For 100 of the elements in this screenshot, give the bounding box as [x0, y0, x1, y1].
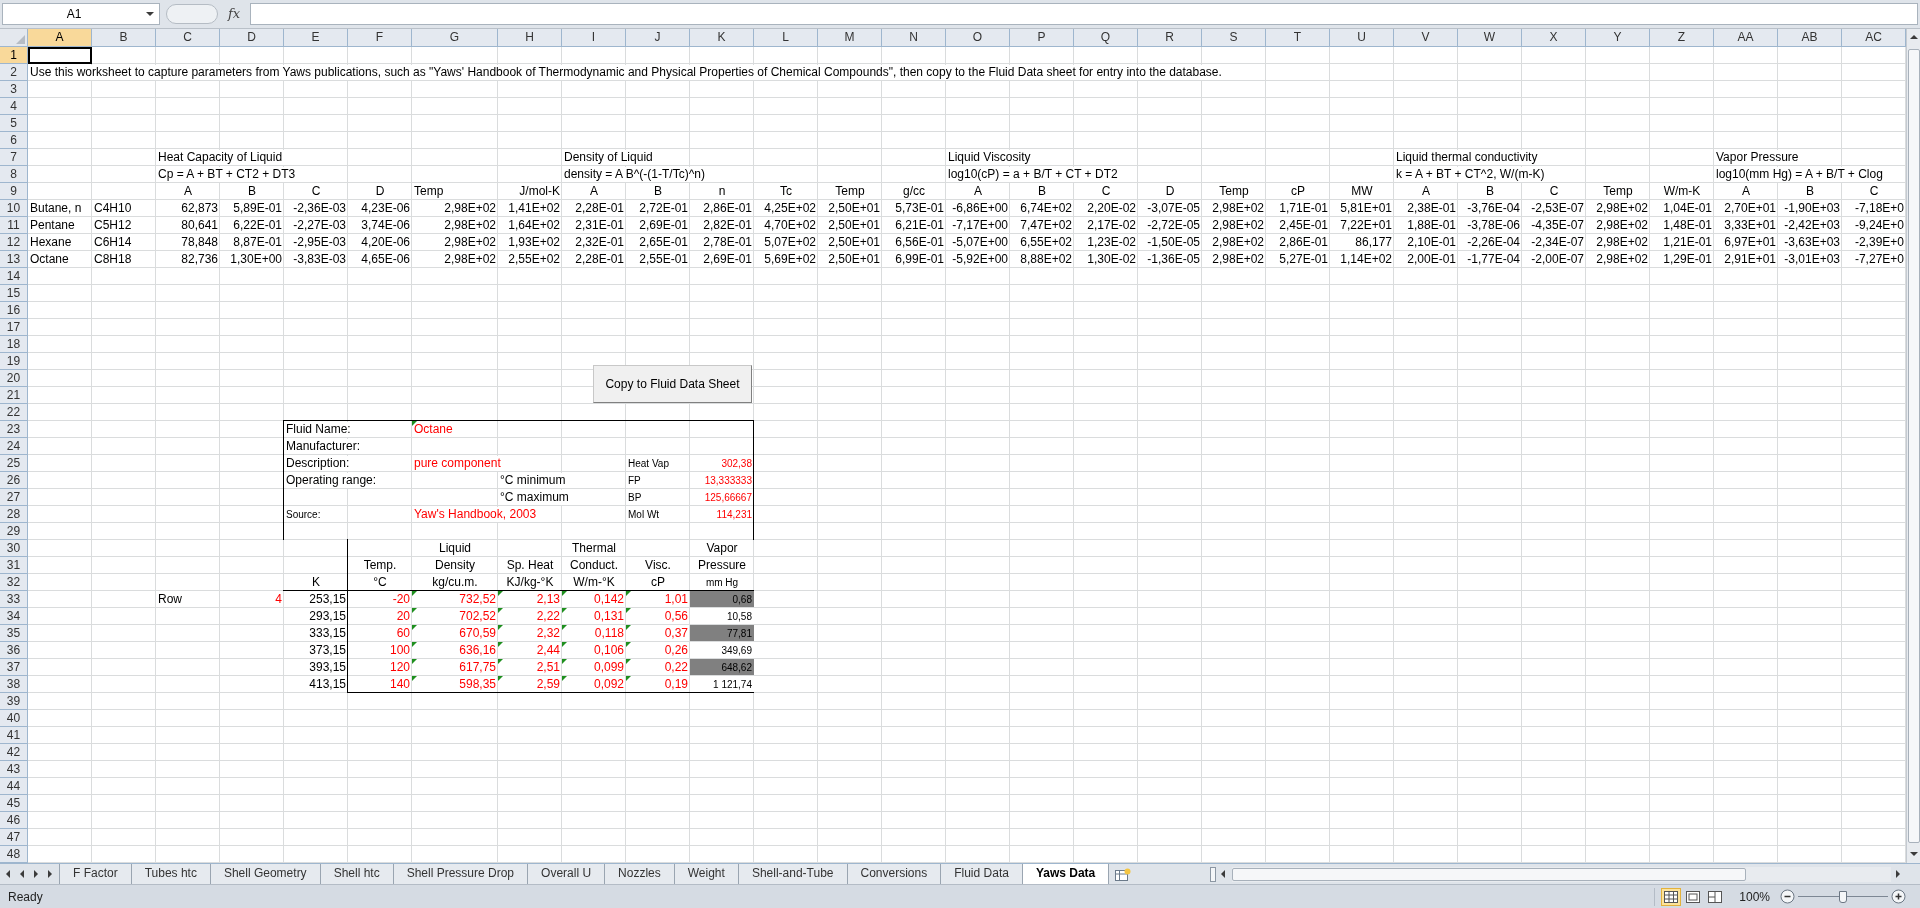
row-header[interactable]: 17: [0, 319, 28, 336]
insert-function-button[interactable]: fx: [224, 4, 245, 24]
insert-sheet-icon[interactable]: [1115, 867, 1132, 881]
column-header[interactable]: T: [1266, 29, 1330, 47]
column-header[interactable]: G: [412, 29, 498, 47]
column-header[interactable]: U: [1330, 29, 1394, 47]
dropdown-caret-icon[interactable]: [145, 9, 155, 19]
slider-thumb[interactable]: [1839, 890, 1847, 903]
row-header[interactable]: 18: [0, 336, 28, 353]
formula-input[interactable]: [250, 3, 1918, 25]
column-header[interactable]: J: [626, 29, 690, 47]
row-header[interactable]: 46: [0, 812, 28, 829]
column-header[interactable]: Z: [1650, 29, 1714, 47]
column-header[interactable]: D: [220, 29, 284, 47]
row-header[interactable]: 33: [0, 591, 28, 608]
row-header[interactable]: 16: [0, 302, 28, 319]
column-header[interactable]: H: [498, 29, 562, 47]
row-header[interactable]: 40: [0, 710, 28, 727]
sheet-tab[interactable]: Fluid Data: [940, 864, 1023, 884]
row-header[interactable]: 43: [0, 761, 28, 778]
row-header[interactable]: 35: [0, 625, 28, 642]
zoom-in-icon[interactable]: [1891, 889, 1906, 904]
row-header[interactable]: 45: [0, 795, 28, 812]
column-header[interactable]: I: [562, 29, 626, 47]
column-header[interactable]: A: [28, 29, 92, 47]
row-header[interactable]: 42: [0, 744, 28, 761]
row-header[interactable]: 20: [0, 370, 28, 387]
row-header[interactable]: 21: [0, 387, 28, 404]
row-header[interactable]: 22: [0, 404, 28, 421]
column-header[interactable]: O: [946, 29, 1010, 47]
row-header[interactable]: 10: [0, 200, 28, 217]
row-header[interactable]: 9: [0, 183, 28, 200]
scroll-down-icon[interactable]: [1908, 849, 1919, 859]
row-header[interactable]: 2: [0, 64, 28, 81]
column-header[interactable]: B: [92, 29, 156, 47]
zoom-reading[interactable]: 100%: [1739, 887, 1770, 906]
column-header[interactable]: N: [882, 29, 946, 47]
row-header[interactable]: 47: [0, 829, 28, 846]
normal-view-button[interactable]: [1661, 887, 1682, 906]
column-header[interactable]: C: [156, 29, 220, 47]
row-header[interactable]: 6: [0, 132, 28, 149]
split-handle[interactable]: [1210, 866, 1216, 882]
sheet-tab[interactable]: Shell Pressure Drop: [392, 864, 529, 884]
row-header[interactable]: 13: [0, 251, 28, 268]
column-header[interactable]: F: [348, 29, 412, 47]
column-header[interactable]: Y: [1586, 29, 1650, 47]
zoom-out-icon[interactable]: [1780, 889, 1795, 904]
sheet-tab[interactable]: Shell Geometry: [209, 864, 321, 884]
row-header[interactable]: 29: [0, 523, 28, 540]
column-header[interactable]: L: [754, 29, 818, 47]
row-header[interactable]: 28: [0, 506, 28, 523]
copy-to-fluid-data-button[interactable]: Copy to Fluid Data Sheet: [593, 365, 752, 403]
column-header[interactable]: X: [1522, 29, 1586, 47]
sheet-tab[interactable]: Conversions: [846, 864, 942, 884]
column-header[interactable]: AA: [1714, 29, 1778, 47]
row-header[interactable]: 30: [0, 540, 28, 557]
row-header[interactable]: 4: [0, 98, 28, 115]
name-box[interactable]: A1: [2, 3, 160, 25]
sheet-tab[interactable]: Shell htc: [319, 864, 394, 884]
column-header[interactable]: W: [1458, 29, 1522, 47]
sheet-tab[interactable]: Overall U: [527, 864, 606, 884]
row-header[interactable]: 34: [0, 608, 28, 625]
row-header[interactable]: 27: [0, 489, 28, 506]
row-header[interactable]: 8: [0, 166, 28, 183]
row-header[interactable]: 19: [0, 353, 28, 370]
row-header[interactable]: 38: [0, 676, 28, 693]
active-cell[interactable]: [28, 47, 92, 64]
column-header[interactable]: Q: [1074, 29, 1138, 47]
column-header[interactable]: E: [284, 29, 348, 47]
row-header[interactable]: 44: [0, 778, 28, 795]
column-header[interactable]: AC: [1842, 29, 1906, 47]
sheet-tab[interactable]: F Factor: [59, 864, 132, 884]
row-header[interactable]: 26: [0, 472, 28, 489]
sheet-tab[interactable]: Shell-and-Tube: [737, 864, 848, 884]
sheet-tab[interactable]: Weight: [673, 864, 739, 884]
row-header[interactable]: 36: [0, 642, 28, 659]
row-header[interactable]: 37: [0, 659, 28, 676]
row-header[interactable]: 14: [0, 268, 28, 285]
horizontal-scrollbar[interactable]: [1232, 866, 1891, 882]
sheet-tab[interactable]: Tubes htc: [130, 864, 211, 884]
zoom-slider[interactable]: [1798, 889, 1888, 904]
column-header[interactable]: R: [1138, 29, 1202, 47]
row-header[interactable]: 12: [0, 234, 28, 251]
row-header[interactable]: 32: [0, 574, 28, 591]
row-header[interactable]: 11: [0, 217, 28, 234]
row-header[interactable]: 3: [0, 81, 28, 98]
column-header[interactable]: P: [1010, 29, 1074, 47]
row-header[interactable]: 5: [0, 115, 28, 132]
row-header[interactable]: 24: [0, 438, 28, 455]
row-header[interactable]: 48: [0, 846, 28, 863]
row-header[interactable]: 1: [0, 47, 28, 64]
row-header[interactable]: 39: [0, 693, 28, 710]
column-header[interactable]: K: [690, 29, 754, 47]
row-header[interactable]: 31: [0, 557, 28, 574]
sheet-tab[interactable]: Yaws Data: [1021, 864, 1110, 884]
scroll-thumb[interactable]: [1232, 867, 1746, 881]
column-header[interactable]: M: [818, 29, 882, 47]
column-header[interactable]: V: [1394, 29, 1458, 47]
sheet-tab[interactable]: Nozzles: [604, 864, 675, 884]
row-header[interactable]: 41: [0, 727, 28, 744]
